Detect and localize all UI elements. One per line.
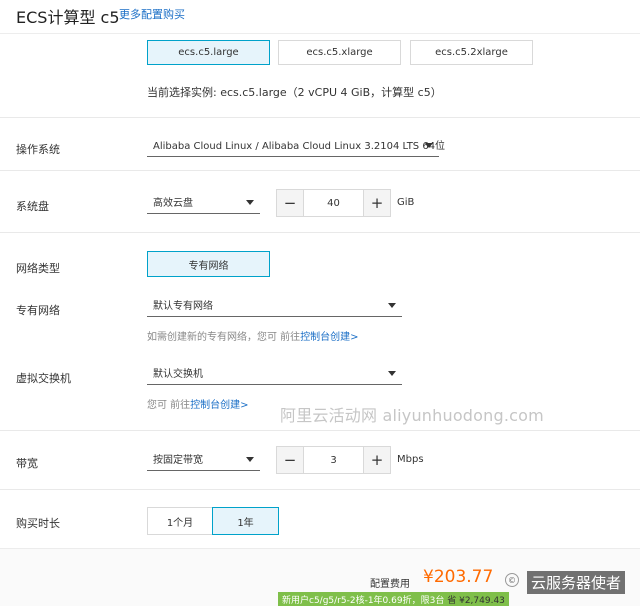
disk-size-stepper[interactable]: − 40 + (276, 189, 391, 217)
vpc-hint: 如需创建新的专有网络，您可 前往控制台创建> (147, 328, 359, 343)
duration-label: 购买时长 (16, 517, 60, 530)
os-label: 操作系统 (16, 143, 60, 156)
vswitch-select[interactable]: 默认交换机 (147, 361, 402, 385)
minus-icon[interactable]: − (277, 190, 303, 216)
os-select[interactable]: Alibaba Cloud Linux / Alibaba Cloud Linu… (147, 133, 445, 157)
disk-unit: GiB (397, 197, 415, 208)
os-select-value: Alibaba Cloud Linux / Alibaba Cloud Linu… (153, 141, 446, 152)
header: ECS计算型 c5 更多配置购买 (0, 0, 640, 34)
vswitch-console-link[interactable]: 控制台创建> (190, 400, 248, 411)
duration-option-1-month[interactable]: 1个月 (147, 507, 213, 535)
current-selection-text: 当前选择实例: ecs.c5.large（2 vCPU 4 GiB，计算型 c5… (147, 86, 442, 99)
promo-text: 新用户c5/g5/r5-2核-1年0.69折，限3台 (282, 596, 445, 606)
divider (0, 170, 640, 171)
fee-label: 配置费用 (370, 579, 410, 590)
watermark: 阿里云活动网 aliyunhuodong.com (280, 406, 544, 425)
page-title: ECS计算型 c5 (16, 8, 120, 27)
network-option-vpc[interactable]: 专有网络 (147, 251, 270, 277)
vpc-select-value: 默认专有网络 (153, 301, 213, 312)
vpc-label: 专有网络 (16, 304, 60, 317)
promo-banner: 新用户c5/g5/r5-2核-1年0.69折，限3台 省 ¥2,749.43 (278, 592, 509, 606)
price-value: ¥203.77 (423, 567, 494, 587)
vswitch-label: 虚拟交换机 (16, 372, 71, 385)
bandwidth-mode-value: 按固定带宽 (153, 455, 203, 466)
brand-watermark: 云服务器使者 (527, 571, 626, 594)
disk-type-select[interactable]: 高效云盘 (147, 190, 260, 214)
vswitch-hint-text: 您可 前往 (147, 400, 191, 411)
divider (0, 232, 640, 233)
plus-icon[interactable]: + (364, 447, 390, 473)
save-amount: ¥2,749.43 (459, 596, 505, 606)
plus-icon[interactable]: + (364, 190, 390, 216)
minus-icon[interactable]: − (277, 447, 303, 473)
bandwidth-value[interactable]: 3 (303, 447, 364, 473)
vswitch-hint: 您可 前往控制台创建> (147, 396, 249, 411)
more-config-link[interactable]: 更多配置购买 (119, 6, 185, 22)
divider (0, 489, 640, 490)
chevron-down-icon (388, 371, 396, 376)
vswitch-select-value: 默认交换机 (153, 369, 203, 380)
vpc-hint-text: 如需创建新的专有网络，您可 前往 (147, 332, 301, 343)
divider (0, 430, 640, 431)
vpc-select[interactable]: 默认专有网络 (147, 293, 402, 317)
bandwidth-unit: Mbps (397, 454, 424, 465)
network-type-label: 网络类型 (16, 262, 60, 275)
disk-type-value: 高效云盘 (153, 198, 193, 209)
chevron-down-icon (246, 200, 254, 205)
chevron-down-icon (425, 143, 433, 148)
instance-option-large[interactable]: ecs.c5.large (147, 40, 270, 65)
instance-option-xlarge[interactable]: ecs.c5.xlarge (278, 40, 401, 65)
bandwidth-mode-select[interactable]: 按固定带宽 (147, 447, 260, 471)
bandwidth-stepper[interactable]: − 3 + (276, 446, 391, 474)
disk-label: 系统盘 (16, 200, 49, 213)
disk-size-value[interactable]: 40 (303, 190, 364, 216)
bandwidth-label: 带宽 (16, 457, 38, 470)
duration-option-1-year[interactable]: 1年 (212, 507, 279, 535)
vpc-console-link[interactable]: 控制台创建> (300, 332, 358, 343)
save-label: 省 (447, 596, 457, 606)
info-icon: © (505, 573, 519, 587)
divider (0, 117, 640, 118)
chevron-down-icon (388, 303, 396, 308)
chevron-down-icon (246, 457, 254, 462)
instance-option-2xlarge[interactable]: ecs.c5.2xlarge (410, 40, 533, 65)
